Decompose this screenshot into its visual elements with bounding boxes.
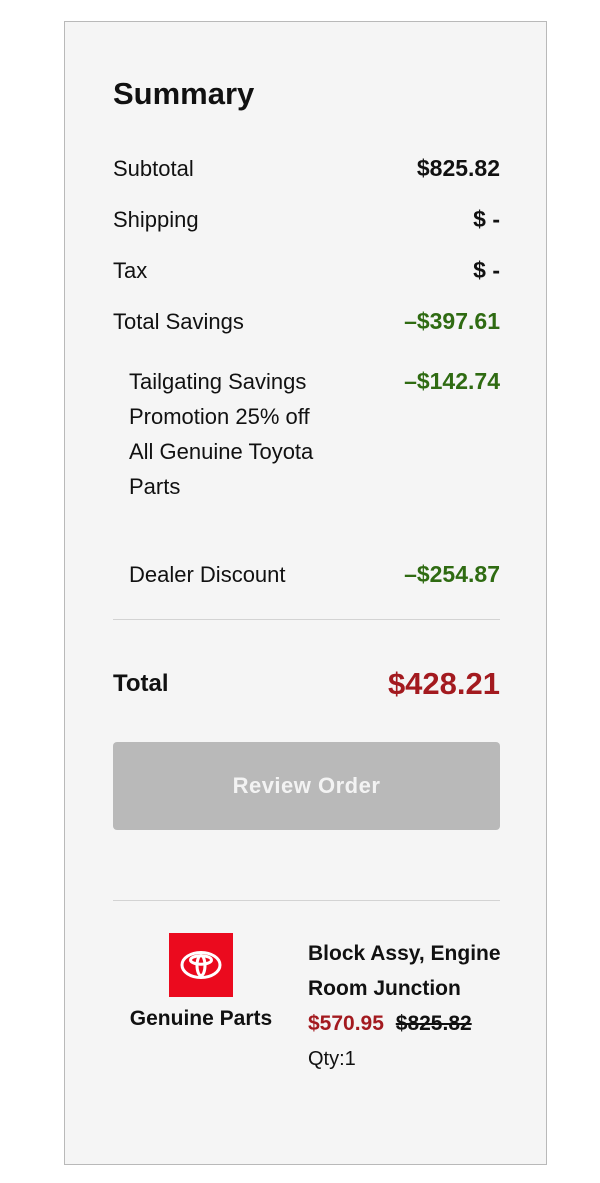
- subtotal-row: Subtotal $825.82: [113, 151, 500, 186]
- dealer-discount-label: Dealer Discount: [129, 562, 286, 587]
- sale-price: $570.95: [308, 1012, 384, 1035]
- total-value: $428.21: [387, 666, 500, 701]
- cart-item: Block Assy, Engine Room Junction $570.95…: [308, 936, 508, 1071]
- total-savings-value: –$397.61: [404, 308, 500, 334]
- subtotal-label: Subtotal: [113, 156, 194, 181]
- review-order-button[interactable]: Review Order: [113, 742, 500, 830]
- brand-label: Genuine Parts: [129, 1007, 273, 1030]
- tax-label: Tax: [113, 258, 148, 283]
- promotion-value: –$142.74: [404, 368, 500, 394]
- summary-title: Summary: [113, 76, 255, 111]
- promotion-label: Tailgating Savings Promotion 25% off All…: [129, 369, 314, 499]
- shipping-row: Shipping $ -: [113, 202, 500, 237]
- divider: [113, 619, 500, 620]
- toyota-logo-icon: [169, 933, 233, 997]
- total-savings-row: Total Savings –$397.61: [113, 304, 500, 339]
- total-savings-label: Total Savings: [113, 309, 244, 334]
- original-price: $825.82: [395, 1012, 472, 1035]
- tax-row: Tax $ -: [113, 253, 500, 288]
- price-group: $570.95 $825.82: [308, 1012, 508, 1036]
- total-label: Total: [113, 670, 169, 697]
- promotion-savings-row: Tailgating Savings Promotion 25% off All…: [129, 364, 500, 504]
- dealer-discount-value: –$254.87: [404, 561, 500, 587]
- genuine-parts-brand: Genuine Parts: [128, 933, 274, 1031]
- quantity: Qty:1: [308, 1048, 356, 1070]
- tax-value: $ -: [473, 257, 500, 283]
- dealer-discount-row: Dealer Discount –$254.87: [129, 557, 500, 592]
- subtotal-value: $825.82: [416, 155, 500, 181]
- divider: [113, 900, 500, 901]
- total-row: Total $428.21: [113, 666, 500, 701]
- shipping-label: Shipping: [113, 207, 199, 232]
- shipping-value: $ -: [473, 206, 500, 232]
- product-name: Block Assy, Engine Room Junction: [308, 942, 501, 1000]
